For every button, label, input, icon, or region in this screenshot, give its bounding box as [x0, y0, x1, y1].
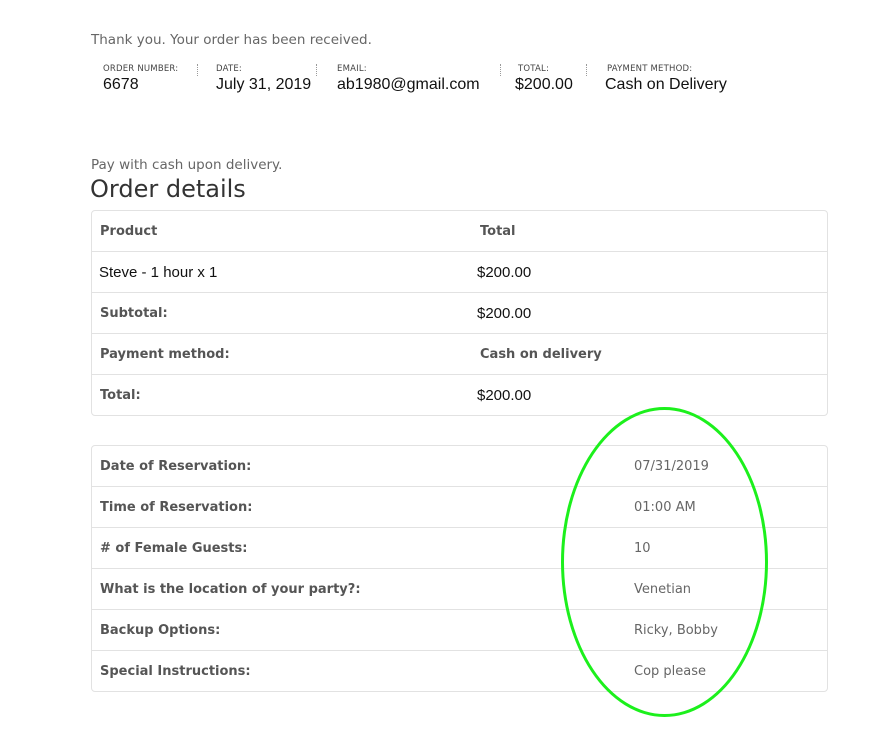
- payment-method-value: Cash on Delivery: [605, 76, 727, 93]
- table-row: Subtotal: $200.00: [92, 292, 827, 333]
- overview-separator: [316, 64, 318, 76]
- order-total-value: $200.00: [477, 386, 532, 404]
- date-label: DATE:: [216, 64, 242, 74]
- order-number-label: ORDER NUMBER:: [103, 64, 179, 74]
- table-row: Date of Reservation: 07/31/2019: [92, 446, 827, 486]
- overview-separator: [586, 64, 588, 76]
- subtotal-value: $200.00: [477, 304, 532, 322]
- order-details-title: Order details: [90, 175, 246, 203]
- female-guests-label: # of Female Guests:: [100, 540, 248, 556]
- table-row: Steve - 1 hour x 1 $200.00: [92, 251, 827, 292]
- table-row: Time of Reservation: 01:00 AM: [92, 486, 827, 527]
- reservation-details-table: Date of Reservation: 07/31/2019 Time of …: [91, 445, 828, 692]
- overview-order-number: ORDER NUMBER: 6678: [103, 64, 178, 95]
- table-row: Backup Options: Ricky, Bobby: [92, 609, 827, 650]
- table-header-row: Product Total: [92, 211, 827, 251]
- payment-method-row-value: Cash on delivery: [480, 346, 602, 362]
- payment-method-label: PAYMENT METHOD:: [607, 64, 693, 74]
- product-column-header: Product: [100, 223, 158, 239]
- overview-separator: [197, 64, 199, 76]
- female-guests-value: 10: [634, 540, 651, 556]
- payment-instructions: Pay with cash upon delivery.: [91, 157, 283, 173]
- order-number-value: 6678: [103, 76, 139, 93]
- order-total-label: Total:: [100, 387, 141, 403]
- table-row: Payment method: Cash on delivery: [92, 333, 827, 374]
- table-row: # of Female Guests: 10: [92, 527, 827, 568]
- product-name[interactable]: Steve - 1 hour x 1: [99, 252, 217, 292]
- date-value: July 31, 2019: [216, 76, 312, 93]
- table-row: Total: $200.00: [92, 374, 827, 415]
- total-column-header: Total: [480, 223, 516, 239]
- overview-total: TOTAL: $200.00: [515, 64, 573, 95]
- email-label: EMAIL:: [337, 64, 367, 74]
- email-value: ab1980@gmail.com: [337, 76, 480, 93]
- table-row: Special Instructions: Cop please: [92, 650, 827, 691]
- product-total: $200.00: [477, 263, 532, 281]
- overview-email: EMAIL: ab1980@gmail.com: [337, 64, 480, 95]
- time-of-reservation-label: Time of Reservation:: [100, 499, 253, 515]
- total-label: TOTAL:: [518, 64, 550, 74]
- table-row: What is the location of your party?: Ven…: [92, 568, 827, 609]
- overview-payment-method: PAYMENT METHOD: Cash on Delivery: [605, 64, 727, 95]
- special-instructions-label: Special Instructions:: [100, 663, 251, 679]
- backup-options-label: Backup Options:: [100, 622, 221, 638]
- order-received-notice: Thank you. Your order has been received.: [91, 32, 372, 48]
- payment-method-row-label: Payment method:: [100, 346, 230, 362]
- party-location-value: Venetian: [634, 581, 692, 597]
- subtotal-label: Subtotal:: [100, 305, 168, 321]
- order-details-table: Product Total Steve - 1 hour x 1 $200.00…: [91, 210, 828, 416]
- total-value: $200.00: [515, 76, 573, 93]
- time-of-reservation-value: 01:00 AM: [634, 499, 696, 515]
- date-of-reservation-label: Date of Reservation:: [100, 458, 252, 474]
- backup-options-value: Ricky, Bobby: [634, 622, 718, 638]
- party-location-label: What is the location of your party?:: [100, 581, 361, 597]
- overview-date: DATE: July 31, 2019: [216, 64, 311, 95]
- overview-separator: [500, 64, 502, 76]
- order-overview: ORDER NUMBER: 6678 DATE: July 31, 2019 E…: [0, 64, 872, 98]
- special-instructions-value: Cop please: [634, 663, 707, 679]
- date-of-reservation-value: 07/31/2019: [634, 458, 709, 474]
